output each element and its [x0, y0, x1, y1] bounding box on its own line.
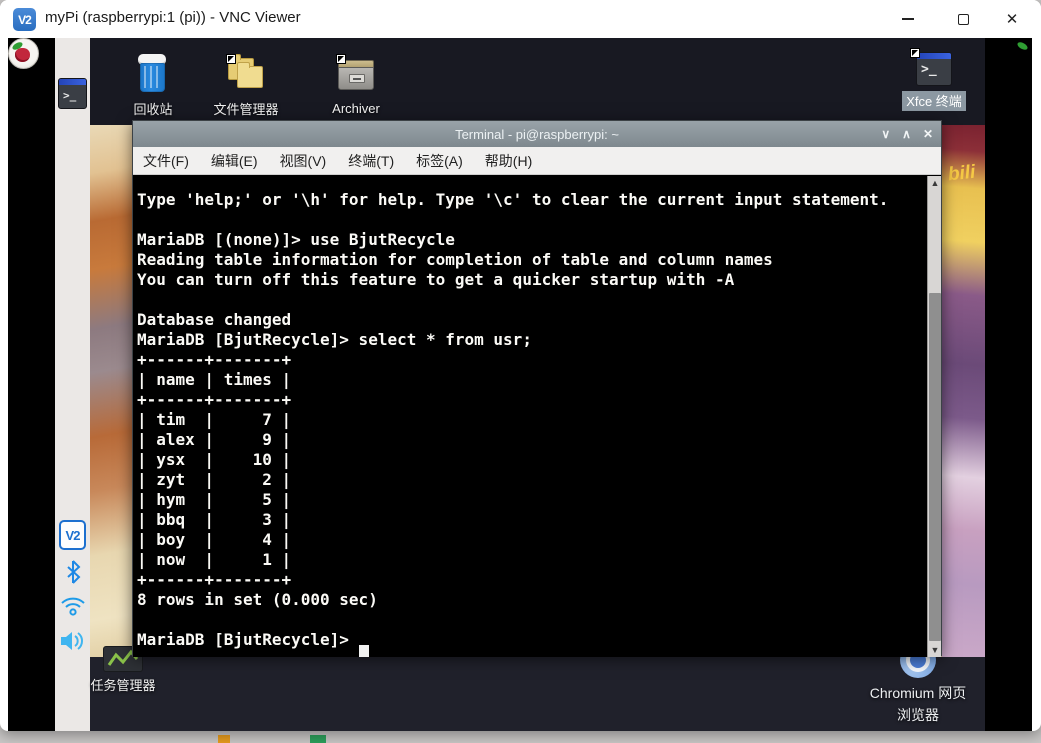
close-button[interactable]: ✕: [989, 0, 1035, 38]
folder-front: [237, 62, 263, 88]
menu-view[interactable]: 视图(V): [280, 151, 327, 171]
chromium-label-line1: Chromium 网页: [869, 685, 967, 701]
raspberry-pi-menu-icon[interactable]: [8, 38, 1029, 69]
icon-label: 任务管理器: [90, 678, 156, 693]
raspberry-berry-icon: [15, 48, 30, 62]
terminal-cursor: [359, 645, 369, 657]
terminal-glyph-box: >_: [916, 52, 952, 86]
xfce-terminal-icon: >_: [910, 48, 954, 88]
terminal-titlebar[interactable]: Terminal - pi@raspberrypi: ~ ∨ ∧ ✕: [133, 121, 941, 147]
icon-label: Archiver: [332, 101, 380, 116]
close-icon: ✕: [1005, 11, 1019, 28]
vnc-viewer-window: V2 myPi (raspberrypi:1 (pi)) - VNC Viewe…: [0, 0, 1041, 731]
wallpaper-right-sliver: bili: [942, 125, 985, 657]
vnc-remote-viewport: bili >_ V2 回收站 文件管理器 Archiver >_ Xfce 终端…: [8, 38, 1032, 731]
terminal-window: Terminal - pi@raspberrypi: ~ ∨ ∧ ✕ 文件(F)…: [132, 120, 942, 657]
terminal-titlebar-stripe: [59, 79, 86, 85]
wallpaper-left-sliver: [90, 125, 134, 657]
archiver-body: [338, 67, 374, 90]
terminal-menubar: 文件(F) 编辑(E) 视图(V) 终端(T) 标签(A) 帮助(H): [133, 147, 941, 175]
pi-taskbar-panel: [55, 38, 90, 731]
desktop-icon-xfce-terminal[interactable]: >_ Xfce 终端: [886, 48, 982, 111]
terminal-prompt-glyph: >_: [63, 89, 77, 102]
icon-label: 文件管理器: [213, 102, 279, 117]
bluetooth-icon[interactable]: [65, 560, 81, 584]
terminal-scrollbar[interactable]: ▲ ▼: [927, 176, 941, 657]
scrollbar-down-arrow-icon[interactable]: ▼: [928, 643, 942, 657]
minimize-icon: [902, 18, 914, 20]
terminal-window-controls: ∨ ∧ ✕: [881, 121, 933, 147]
sidebar-vnc-status-icon[interactable]: V2: [59, 520, 86, 550]
recycle-bin-icon: [131, 52, 175, 96]
menu-help[interactable]: 帮助(H): [485, 151, 532, 171]
maximize-icon[interactable]: ∧: [902, 127, 911, 141]
menu-tabs[interactable]: 标签(A): [416, 151, 463, 171]
menu-terminal[interactable]: 终端(T): [348, 151, 394, 171]
minimize-button[interactable]: [885, 0, 931, 38]
maximize-button[interactable]: [940, 0, 986, 38]
raspberry-leaf-icon: [1016, 40, 1029, 52]
shortcut-arrow-icon: [226, 54, 236, 64]
maximize-icon: [957, 13, 969, 25]
sidebar-terminal-launcher-icon[interactable]: >_: [58, 78, 87, 109]
vnc-titlebar[interactable]: V2 myPi (raspberrypi:1 (pi)) - VNC Viewe…: [0, 0, 1041, 38]
terminal-output-text: Type 'help;' or '\h' for help. Type '\c'…: [137, 190, 889, 649]
desktop-icon-file-manager[interactable]: 文件管理器: [198, 52, 294, 118]
close-icon[interactable]: ✕: [923, 127, 933, 141]
desktop-icon-recycle-bin[interactable]: 回收站: [105, 52, 201, 118]
scrollbar-up-arrow-icon[interactable]: ▲: [928, 176, 942, 190]
terminal-output-area[interactable]: Type 'help;' or '\h' for help. Type '\c'…: [133, 176, 941, 657]
wifi-icon[interactable]: [60, 594, 86, 616]
icon-label: 回收站: [133, 102, 173, 117]
taskbar-app-sliver-green[interactable]: [310, 735, 326, 743]
vnc-window-title: myPi (raspberrypi:1 (pi)) - VNC Viewer: [45, 9, 301, 26]
wallpaper-bili-text: bili: [946, 161, 977, 186]
archiver-slot: [349, 74, 365, 83]
taskbar-app-sliver-orange[interactable]: [218, 735, 230, 743]
menu-file[interactable]: 文件(F): [143, 151, 189, 171]
terminal-prompt-glyph: >_: [921, 62, 937, 77]
vnc-logo-icon: V2: [13, 8, 36, 31]
shortcut-arrow-icon: [910, 48, 920, 58]
file-manager-icon: [224, 52, 268, 96]
menu-edit[interactable]: 编辑(E): [211, 151, 258, 171]
chromium-label-line2: 浏览器: [897, 707, 939, 723]
shortcut-arrow-icon: [336, 54, 346, 64]
desktop-icon-archiver[interactable]: Archiver: [308, 54, 404, 116]
terminal-window-title: Terminal - pi@raspberrypi: ~: [455, 126, 619, 142]
rollup-icon[interactable]: ∨: [881, 127, 890, 141]
icon-label-selected: Xfce 终端: [902, 91, 966, 111]
trash-body: [140, 63, 165, 92]
archiver-icon: [334, 54, 378, 98]
terminal-titlebar-stripe: [917, 53, 951, 59]
icon-label: Chromium 网页 浏览器: [863, 682, 973, 726]
desktop-background-bottom: [90, 657, 985, 731]
scrollbar-thumb[interactable]: [929, 293, 941, 641]
